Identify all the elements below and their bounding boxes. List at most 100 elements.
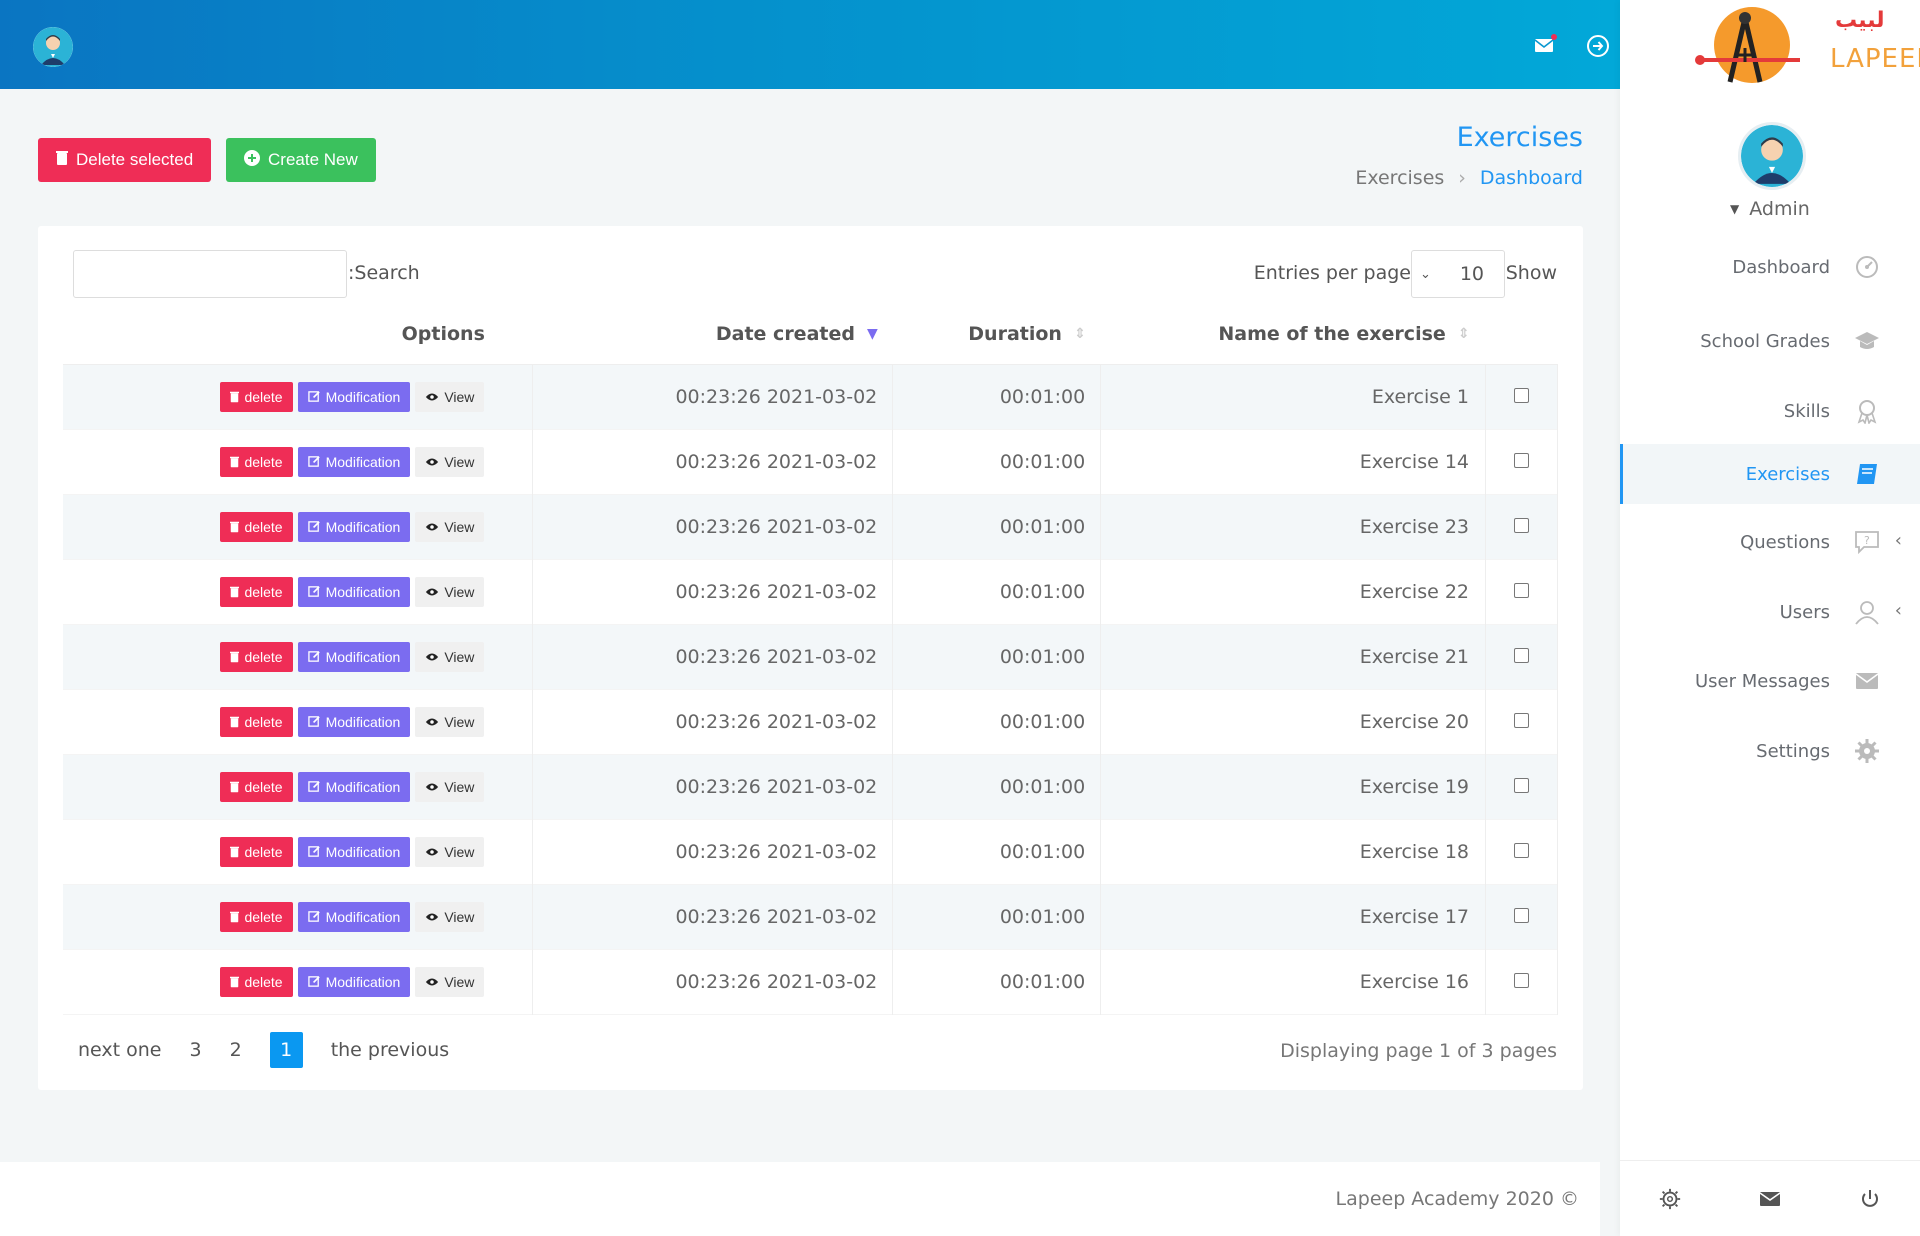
duration-cell: 00:01:00 bbox=[892, 884, 1102, 949]
logo-text: LAPEEP bbox=[1830, 44, 1920, 74]
row-modify-button[interactable]: Modification bbox=[297, 901, 411, 932]
header-name[interactable]: Name of the exercise ⇕ bbox=[1100, 304, 1486, 365]
show-label: Show bbox=[1505, 262, 1557, 284]
table-row: delete Modification View 00:23:26 2021-0… bbox=[63, 754, 1558, 819]
row-view-button[interactable]: View bbox=[415, 771, 485, 802]
row-checkbox[interactable] bbox=[1514, 777, 1529, 793]
sidebar-item-label: Users bbox=[1779, 601, 1830, 623]
row-delete-button[interactable]: delete bbox=[220, 511, 293, 542]
row-checkbox[interactable] bbox=[1514, 972, 1529, 988]
sidebar-item-school-grades[interactable]: School Grades bbox=[1620, 311, 1920, 371]
row-modify-label: Modification bbox=[325, 388, 401, 405]
row-modify-button[interactable]: Modification bbox=[297, 641, 411, 672]
row-delete-button[interactable]: delete bbox=[220, 446, 293, 477]
question-icon: ? bbox=[1854, 529, 1880, 555]
header-duration[interactable]: Duration ⇕ bbox=[892, 304, 1101, 365]
page-info: Displaying page 1 of 3 pages bbox=[1280, 1040, 1557, 1062]
select-cell bbox=[1485, 364, 1558, 429]
row-view-button[interactable]: View bbox=[415, 576, 485, 607]
row-view-button[interactable]: View bbox=[415, 966, 485, 997]
table-row: delete Modification View 00:23:26 2021-0… bbox=[63, 494, 1558, 559]
admin-dropdown[interactable]: ▼ Admin bbox=[1730, 198, 1810, 220]
row-delete-button[interactable]: delete bbox=[220, 641, 293, 672]
search-input[interactable] bbox=[73, 250, 347, 298]
row-checkbox[interactable] bbox=[1514, 907, 1529, 923]
row-view-button[interactable]: View bbox=[415, 836, 485, 867]
trash-icon bbox=[230, 716, 240, 727]
chevron-left-icon: ‹ bbox=[1894, 600, 1902, 621]
row-modify-button[interactable]: Modification bbox=[297, 966, 411, 997]
row-delete-button[interactable]: delete bbox=[220, 901, 293, 932]
pagination-page-2[interactable]: 2 bbox=[230, 1039, 242, 1061]
table-row: delete Modification View 00:23:26 2021-0… bbox=[63, 429, 1558, 494]
trash-icon bbox=[230, 456, 240, 467]
sidebar-item-users[interactable]: Users ‹ bbox=[1620, 582, 1920, 642]
row-delete-button[interactable]: delete bbox=[220, 576, 293, 607]
row-modify-button[interactable]: Modification bbox=[297, 706, 411, 737]
header-date-created[interactable]: Date created ▼ bbox=[532, 304, 893, 365]
row-checkbox[interactable] bbox=[1514, 582, 1529, 598]
mail-icon[interactable] bbox=[1533, 34, 1557, 58]
eye-icon bbox=[426, 783, 439, 790]
row-view-button[interactable]: View bbox=[415, 641, 485, 672]
gauge-icon bbox=[1854, 254, 1880, 280]
row-checkbox[interactable] bbox=[1514, 842, 1529, 858]
row-checkbox[interactable] bbox=[1514, 647, 1529, 663]
pagination-page-1-current[interactable]: 1 bbox=[269, 1032, 303, 1068]
row-checkbox[interactable] bbox=[1514, 387, 1529, 403]
create-new-label: Create New bbox=[268, 150, 358, 169]
duration-cell: 00:01:00 bbox=[892, 559, 1102, 624]
breadcrumb-dashboard-link[interactable]: Dashboard bbox=[1480, 167, 1583, 189]
delete-selected-label: Delete selected bbox=[76, 150, 194, 169]
entries-label: Entries per page bbox=[1253, 262, 1411, 284]
pagination-page-3[interactable]: 3 bbox=[190, 1039, 202, 1061]
entries-per-page-select[interactable]: ⌄ 10 bbox=[1411, 250, 1505, 298]
row-modify-button[interactable]: Modification bbox=[297, 381, 411, 412]
lapeep-logo[interactable]: لبيب LAPEEP bbox=[1680, 0, 1920, 90]
row-view-button[interactable]: View bbox=[415, 381, 485, 412]
power-icon[interactable] bbox=[1858, 1187, 1882, 1211]
profile-avatar[interactable] bbox=[1738, 122, 1806, 190]
sidebar-item-questions[interactable]: Questions ? ‹ bbox=[1620, 512, 1920, 572]
admin-name: Admin bbox=[1749, 198, 1810, 220]
pagination-next[interactable]: next one bbox=[78, 1039, 162, 1061]
logo-arabic-text: لبيب bbox=[1835, 8, 1885, 33]
trash-icon bbox=[230, 781, 240, 792]
row-delete-button[interactable]: delete bbox=[220, 381, 293, 412]
row-delete-button[interactable]: delete bbox=[220, 706, 293, 737]
create-new-button[interactable]: Create New bbox=[226, 138, 376, 182]
row-modify-button[interactable]: Modification bbox=[297, 511, 411, 542]
row-delete-button[interactable]: delete bbox=[220, 836, 293, 867]
name-cell: Exercise 22 bbox=[1100, 559, 1487, 624]
row-modify-button[interactable]: Modification bbox=[297, 771, 411, 802]
row-modify-label: Modification bbox=[325, 583, 401, 600]
sidebar-item-user-messages[interactable]: User Messages bbox=[1620, 651, 1920, 711]
sidebar-item-settings[interactable]: Settings bbox=[1620, 721, 1920, 781]
row-modify-button[interactable]: Modification bbox=[297, 836, 411, 867]
delete-selected-button[interactable]: Delete selected bbox=[38, 138, 212, 182]
gear-icon[interactable] bbox=[1658, 1187, 1682, 1211]
row-modify-button[interactable]: Modification bbox=[297, 576, 411, 607]
chevron-right-icon: › bbox=[1458, 167, 1466, 189]
logout-icon[interactable] bbox=[1586, 34, 1610, 58]
row-checkbox[interactable] bbox=[1514, 517, 1529, 533]
pagination-previous[interactable]: the previous bbox=[331, 1039, 449, 1061]
row-view-button[interactable]: View bbox=[415, 706, 485, 737]
sidebar-item-exercises[interactable]: Exercises bbox=[1620, 444, 1920, 504]
row-modify-button[interactable]: Modification bbox=[297, 446, 411, 477]
options-cell: delete Modification View bbox=[63, 819, 534, 884]
date-cell: 00:23:26 2021-03-02 bbox=[532, 494, 894, 559]
sidebar-item-dashboard[interactable]: Dashboard bbox=[1620, 237, 1920, 297]
mail-icon[interactable] bbox=[1758, 1187, 1782, 1211]
row-view-button[interactable]: View bbox=[415, 511, 485, 542]
row-delete-button[interactable]: delete bbox=[220, 966, 293, 997]
row-view-button[interactable]: View bbox=[415, 446, 485, 477]
row-checkbox[interactable] bbox=[1514, 452, 1529, 468]
row-view-label: View bbox=[444, 453, 475, 470]
row-checkbox[interactable] bbox=[1514, 712, 1529, 728]
sidebar-item-skills[interactable]: Skills bbox=[1620, 381, 1920, 441]
row-delete-button[interactable]: delete bbox=[220, 771, 293, 802]
row-view-button[interactable]: View bbox=[415, 901, 485, 932]
user-avatar-icon[interactable] bbox=[33, 27, 73, 67]
sidebar: لبيب LAPEEP ▼ Admin Dashboard School Gra… bbox=[1620, 0, 1920, 1236]
